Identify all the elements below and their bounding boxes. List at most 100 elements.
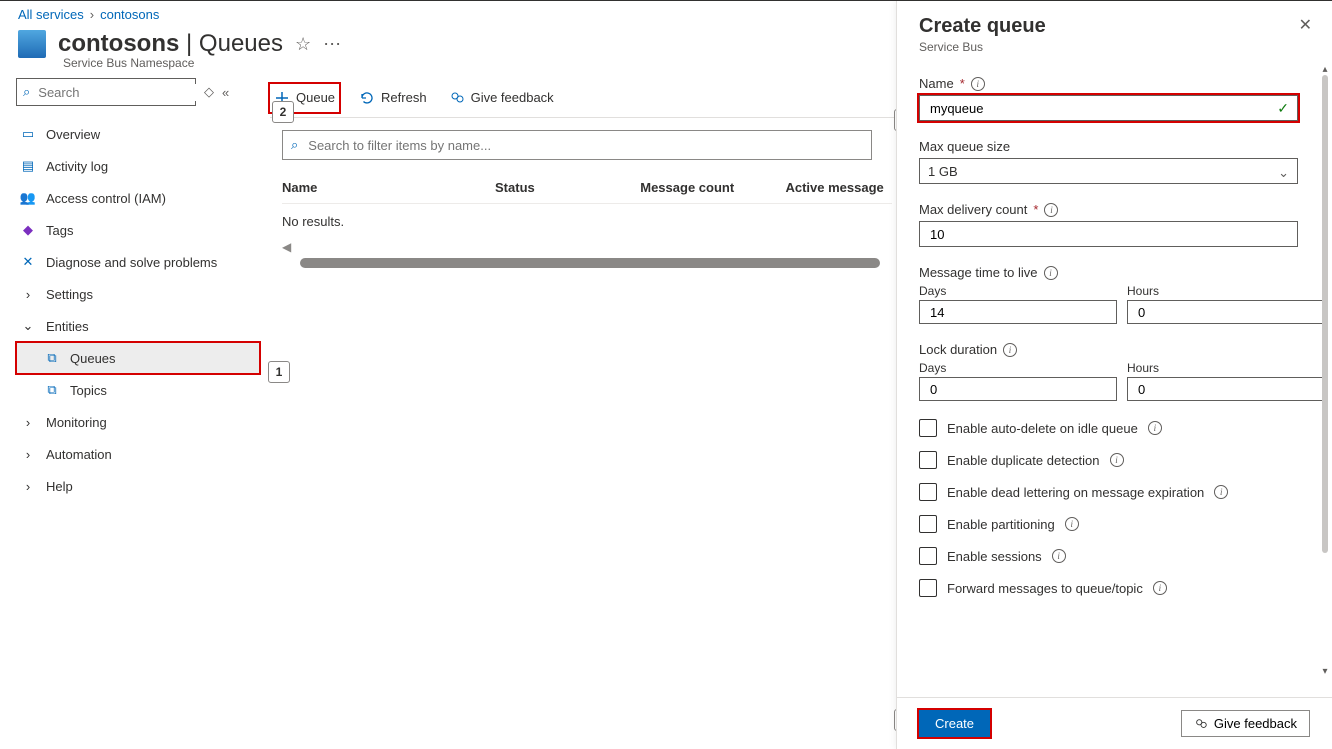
create-button[interactable]: Create [919, 710, 990, 737]
check-duplicate[interactable]: Enable duplicate detection i [919, 451, 1310, 469]
grid-header: Name Status Message count Active message [282, 172, 892, 204]
col-message-count[interactable]: Message count [640, 172, 785, 203]
panel-scrollbar[interactable]: ▴ ▾ [1320, 64, 1330, 677]
sidebar-item-queues[interactable]: ⧉ Queues [16, 342, 260, 374]
panel-feedback-button[interactable]: Give feedback [1181, 710, 1310, 737]
check-deadletter[interactable]: Enable dead lettering on message expirat… [919, 483, 1310, 501]
col-active-message[interactable]: Active message [785, 172, 892, 203]
feedback-icon [1194, 717, 1208, 731]
filter-input-wrap[interactable]: ⌕ [282, 130, 872, 160]
panel-feedback-label: Give feedback [1214, 716, 1297, 731]
scroll-up-icon[interactable]: ▴ [1320, 64, 1330, 75]
info-icon[interactable]: i [1065, 517, 1079, 531]
check-icon: ✓ [1277, 100, 1289, 117]
scroll-left-icon[interactable]: ◀ [282, 240, 291, 254]
chevron-right-icon: › [20, 478, 36, 494]
sidebar-item-label: Automation [46, 447, 112, 462]
check-label: Enable dead lettering on message expirat… [947, 485, 1204, 500]
more-icon[interactable]: ⋯ [323, 34, 341, 55]
lock-hours-input[interactable] [1136, 381, 1316, 398]
sidebar-item-topics[interactable]: ⧉ Topics [16, 374, 260, 406]
sidebar-item-monitoring[interactable]: › Monitoring [16, 406, 260, 438]
sidebar-search-input[interactable] [36, 84, 216, 101]
sidebar-item-label: Queues [70, 351, 116, 366]
feedback-button[interactable]: Give feedback [447, 84, 556, 112]
ttl-hours-field[interactable] [1127, 300, 1325, 324]
sidebar-item-settings[interactable]: › Settings [16, 278, 260, 310]
chevron-right-icon: › [90, 7, 94, 22]
check-autodelete[interactable]: Enable auto-delete on idle queue i [919, 419, 1310, 437]
people-icon: 👥 [20, 190, 36, 206]
horizontal-scrollbar[interactable] [300, 258, 880, 268]
filter-input[interactable] [306, 137, 863, 154]
name-field[interactable]: ✓ [919, 95, 1298, 121]
close-icon[interactable]: ✕ [1299, 15, 1312, 35]
check-label: Forward messages to queue/topic [947, 581, 1143, 596]
sidebar-item-entities[interactable]: ⌄ Entities [16, 310, 260, 342]
breadcrumb-root[interactable]: All services [18, 7, 84, 22]
sidebar-item-label: Help [46, 479, 73, 494]
sidebar-item-label: Activity log [46, 159, 108, 174]
search-icon: ⌕ [291, 137, 298, 153]
sidebar-item-overview[interactable]: ▭ Overview [16, 118, 260, 150]
info-icon[interactable]: i [971, 77, 985, 91]
col-status[interactable]: Status [495, 172, 640, 203]
info-icon[interactable]: i [1052, 549, 1066, 563]
lock-hours-field[interactable] [1127, 377, 1325, 401]
col-name[interactable]: Name [282, 172, 495, 203]
sidebar-search[interactable]: ⌕ [16, 78, 196, 106]
favorite-star-icon[interactable]: ☆ [295, 34, 311, 55]
max-size-select[interactable]: 1 GB ⌄ [919, 158, 1298, 184]
info-icon[interactable]: i [1148, 421, 1162, 435]
checkbox[interactable] [919, 451, 937, 469]
check-forward[interactable]: Forward messages to queue/topic i [919, 579, 1310, 597]
checkbox[interactable] [919, 515, 937, 533]
checkbox[interactable] [919, 419, 937, 437]
info-icon[interactable]: i [1153, 581, 1167, 595]
scroll-thumb[interactable] [1322, 75, 1328, 553]
breadcrumb-current[interactable]: contosons [100, 7, 159, 22]
check-partitioning[interactable]: Enable partitioning i [919, 515, 1310, 533]
max-delivery-input[interactable] [928, 226, 1289, 243]
pin-icon[interactable]: ◇ [204, 84, 214, 100]
toolbar-label: Give feedback [471, 90, 554, 105]
check-label: Enable sessions [947, 549, 1042, 564]
ttl-days-input[interactable] [928, 304, 1108, 321]
sidebar-item-access-control[interactable]: 👥 Access control (IAM) [16, 182, 260, 214]
panel-title: Create queue [919, 15, 1046, 38]
sidebar-item-tags[interactable]: ◆ Tags [16, 214, 260, 246]
info-icon[interactable]: i [1044, 266, 1058, 280]
sidebar-item-activity-log[interactable]: ▤ Activity log [16, 150, 260, 182]
sidebar-item-diagnose[interactable]: ✕ Diagnose and solve problems [16, 246, 260, 278]
sidebar: ⌕ ◇ « ▭ Overview ▤ Activity log 👥 Access… [0, 78, 260, 502]
refresh-button[interactable]: Refresh [357, 84, 429, 112]
wrench-icon: ✕ [20, 254, 36, 270]
lock-days-label: Days [919, 361, 1117, 375]
sidebar-item-label: Tags [46, 223, 73, 238]
ttl-hours-input[interactable] [1136, 304, 1316, 321]
info-icon[interactable]: i [1214, 485, 1228, 499]
sidebar-item-label: Entities [46, 319, 89, 334]
overview-icon: ▭ [20, 126, 36, 142]
info-icon[interactable]: i [1044, 203, 1058, 217]
collapse-icon[interactable]: « [222, 85, 229, 100]
check-sessions[interactable]: Enable sessions i [919, 547, 1310, 565]
toolbar-label: Refresh [381, 90, 427, 105]
page-title: contosons | Queues [58, 30, 283, 58]
log-icon: ▤ [20, 158, 36, 174]
lock-hours-label: Hours [1127, 361, 1325, 375]
scroll-down-icon[interactable]: ▾ [1320, 666, 1330, 677]
info-icon[interactable]: i [1110, 453, 1124, 467]
checkbox[interactable] [919, 579, 937, 597]
name-input[interactable] [928, 100, 1277, 117]
checkbox[interactable] [919, 547, 937, 565]
lock-days-input[interactable] [928, 381, 1108, 398]
sidebar-item-help[interactable]: › Help [16, 470, 260, 502]
ttl-days-field[interactable] [919, 300, 1117, 324]
info-icon[interactable]: i [1003, 343, 1017, 357]
sidebar-item-automation[interactable]: › Automation [16, 438, 260, 470]
ttl-days-label: Days [919, 284, 1117, 298]
checkbox[interactable] [919, 483, 937, 501]
lock-days-field[interactable] [919, 377, 1117, 401]
max-delivery-field[interactable] [919, 221, 1298, 247]
